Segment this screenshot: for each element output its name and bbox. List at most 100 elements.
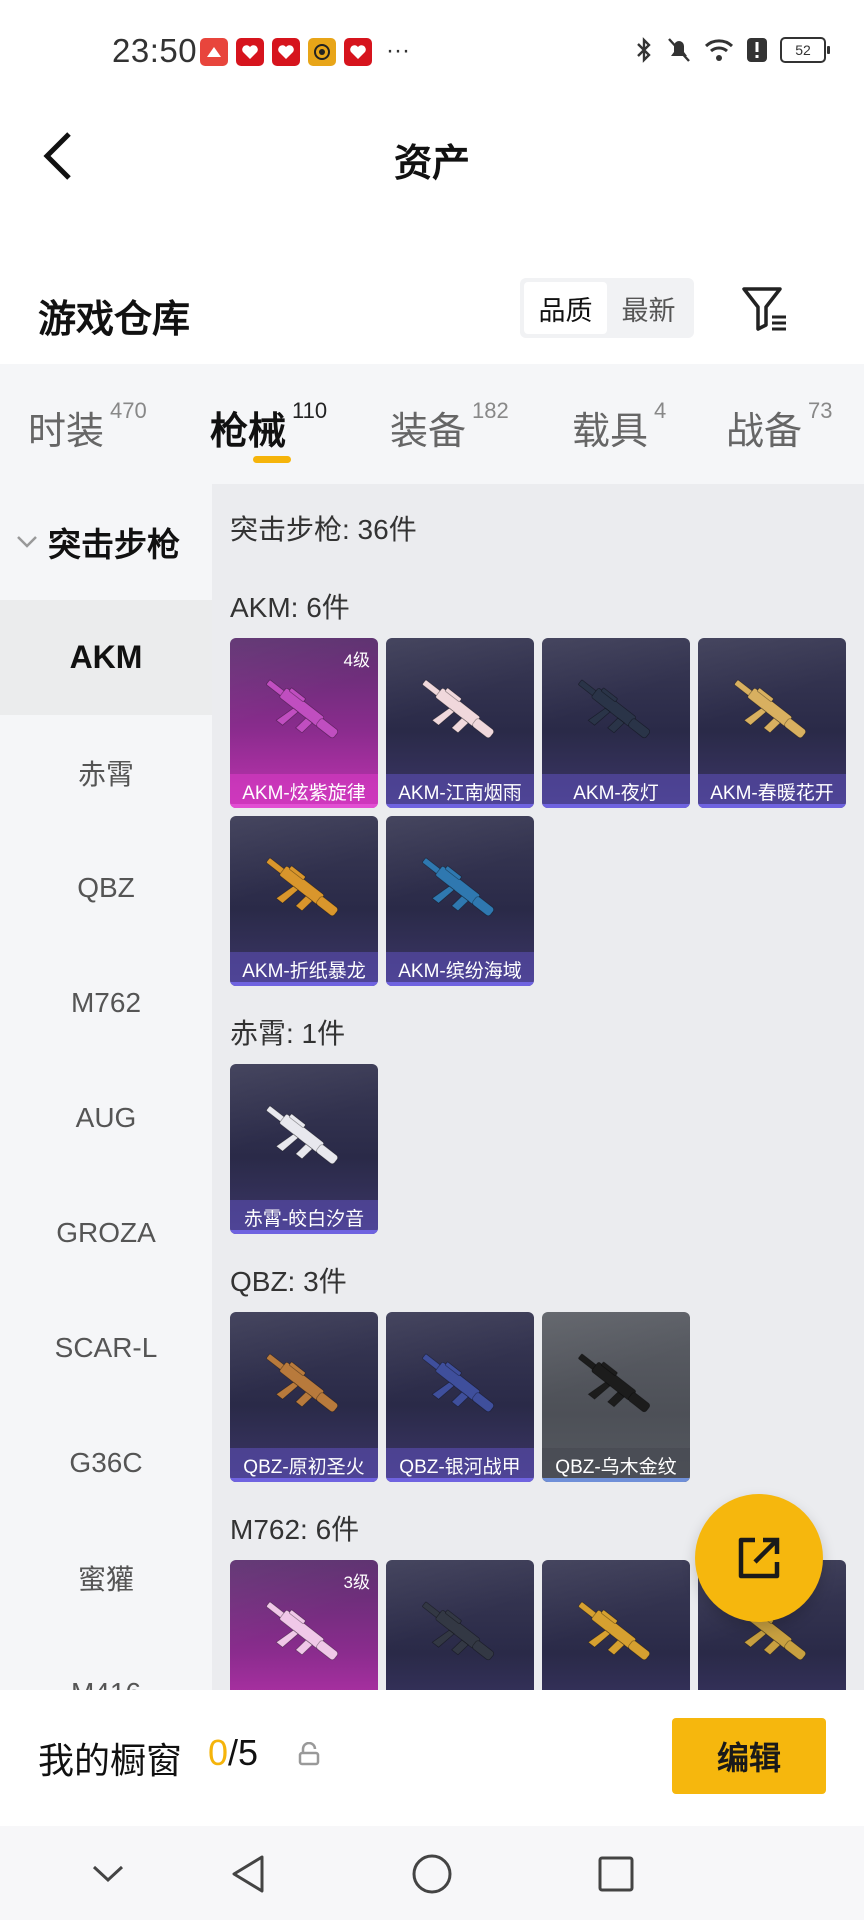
sidebar-item-akm[interactable]: AKM bbox=[0, 600, 212, 715]
section-title: M762: 6件 bbox=[230, 1514, 360, 1545]
showcase-total: /5 bbox=[228, 1732, 259, 1773]
sidebar-item-scar-l[interactable]: SCAR-L bbox=[0, 1290, 212, 1405]
weapon-card[interactable]: AKM-缤纷海域 bbox=[386, 816, 534, 986]
weapon-name: AKM-江南烟雨 bbox=[386, 774, 534, 808]
nav-home-button[interactable] bbox=[408, 1850, 456, 1898]
wifi-icon bbox=[704, 39, 734, 61]
rifle-icon bbox=[422, 857, 495, 917]
red-heart-app-icon bbox=[344, 38, 372, 66]
more-notifications-icon: ··· bbox=[386, 37, 410, 64]
bluetooth-icon bbox=[637, 37, 651, 63]
battery-icon: 52 bbox=[780, 37, 830, 63]
showcase-bar: 我的橱窗 0/5 编辑 bbox=[0, 1690, 864, 1826]
filter-button[interactable] bbox=[738, 282, 792, 336]
warehouse-bar: 游戏仓库 品质 最新 bbox=[0, 260, 864, 360]
weapon-card[interactable]: AKM-江南烟雨 bbox=[386, 638, 534, 808]
weapon-name: QBZ-原初圣火 bbox=[230, 1448, 378, 1482]
lock-icon bbox=[298, 1742, 320, 1766]
battery-level: 52 bbox=[795, 42, 811, 58]
triangle-back-icon bbox=[232, 1855, 264, 1893]
sort-newest-option[interactable]: 最新 bbox=[607, 282, 690, 334]
tab-combat-gear[interactable]: 战备73 bbox=[726, 398, 833, 455]
weapon-card[interactable]: AKM-春暖花开 bbox=[698, 638, 846, 808]
sidebar-item-m416[interactable]: M416 bbox=[0, 1635, 212, 1691]
rifle-icon bbox=[266, 1353, 339, 1413]
showcase-used: 0 bbox=[208, 1732, 229, 1773]
edit-showcase-button[interactable]: 编辑 bbox=[672, 1718, 826, 1794]
section-title: QBZ: 3件 bbox=[230, 1266, 347, 1297]
huawei-app-icon bbox=[200, 38, 228, 66]
weapon-card[interactable]: 赤霄-皎白汐音 bbox=[230, 1064, 378, 1234]
rifle-icon bbox=[422, 1353, 495, 1413]
tab-firearms[interactable]: 枪械110 bbox=[210, 398, 327, 455]
weapon-name: QBZ-银河战甲 bbox=[386, 1448, 534, 1482]
rifle-icon bbox=[734, 679, 807, 739]
weapon-name: AKM-夜灯 bbox=[542, 774, 690, 808]
weapon-card[interactable] bbox=[542, 1560, 690, 1690]
showcase-label: 我的橱窗 bbox=[38, 1740, 183, 1781]
sidebar-item-qbz[interactable]: QBZ bbox=[0, 830, 212, 945]
weapon-card[interactable]: AKM-折纸暴龙 bbox=[230, 816, 378, 986]
category-tabs: 时装470 枪械110 装备182 载具4 战备73 bbox=[0, 364, 864, 484]
sidebar-item-honey-badger[interactable]: 蜜獾 bbox=[0, 1520, 212, 1635]
weapon-card[interactable]: QBZ-乌木金纹 bbox=[542, 1312, 690, 1482]
tab-vehicles[interactable]: 载具4 bbox=[572, 398, 666, 455]
level-badge: 4级 bbox=[343, 651, 370, 670]
status-time: 23:50 bbox=[112, 32, 198, 69]
tab-label: 枪械 bbox=[210, 411, 287, 453]
rifle-icon bbox=[422, 1601, 495, 1661]
tab-label: 载具 bbox=[572, 411, 649, 453]
target-app-icon bbox=[308, 38, 336, 66]
rifle-icon bbox=[266, 679, 339, 739]
weapon-card[interactable]: 3级 bbox=[230, 1560, 378, 1690]
weapon-type-sidebar: 突击步枪 AKM 赤霄 QBZ M762 AUG GROZA SCAR-L G3… bbox=[0, 484, 212, 1690]
share-export-icon bbox=[738, 1537, 780, 1579]
tab-count: 73 bbox=[808, 398, 833, 423]
red-heart-app-icon bbox=[236, 38, 264, 66]
sidebar-item-chixiao[interactable]: 赤霄 bbox=[0, 715, 212, 830]
sidebar-category-header[interactable]: 突击步枪 bbox=[0, 484, 212, 600]
weapon-name: AKM-炫紫旋律 bbox=[230, 774, 378, 808]
nav-recents-button[interactable] bbox=[592, 1850, 640, 1898]
weapon-card[interactable]: AKM-夜灯 bbox=[542, 638, 690, 808]
weapon-card[interactable]: QBZ-银河战甲 bbox=[386, 1312, 534, 1482]
nav-back-button[interactable] bbox=[224, 1850, 272, 1898]
showcase-count: 0/5 bbox=[208, 1732, 258, 1774]
weapon-name: QBZ-乌木金纹 bbox=[542, 1448, 690, 1482]
app-header: 资产 bbox=[0, 104, 864, 204]
mute-bell-icon bbox=[668, 38, 690, 62]
system-nav-bar bbox=[0, 1826, 864, 1920]
sidebar-item-m762[interactable]: M762 bbox=[0, 945, 212, 1060]
weapon-card[interactable] bbox=[386, 1560, 534, 1690]
sort-toggle: 品质 最新 bbox=[520, 278, 694, 338]
tab-equipment[interactable]: 装备182 bbox=[390, 398, 509, 455]
sort-quality-option[interactable]: 品质 bbox=[524, 282, 607, 334]
sidebar-item-g36c[interactable]: G36C bbox=[0, 1405, 212, 1520]
status-bar: 23:50 ··· 52 bbox=[0, 0, 864, 104]
rifle-icon bbox=[578, 1601, 651, 1661]
weapon-card[interactable]: QBZ-原初圣火 bbox=[230, 1312, 378, 1482]
tab-outfits[interactable]: 时装470 bbox=[28, 398, 147, 455]
rifle-icon bbox=[266, 1601, 339, 1661]
nav-hide-button[interactable] bbox=[84, 1850, 132, 1898]
weapon-card[interactable]: 4级 AKM-炫紫旋律 bbox=[230, 638, 378, 808]
notification-icons: ··· bbox=[200, 38, 410, 66]
weapon-name: AKM-春暖花开 bbox=[698, 774, 846, 808]
share-fab-button[interactable] bbox=[695, 1494, 823, 1622]
rifle-icon bbox=[422, 679, 495, 739]
status-indicators: 52 bbox=[634, 36, 830, 64]
rifle-icon bbox=[266, 1105, 339, 1165]
circle-home-icon bbox=[412, 1854, 452, 1894]
weapon-name: 赤霄-皎白汐音 bbox=[230, 1200, 378, 1234]
rifle-icon bbox=[578, 1353, 651, 1413]
sidebar-item-groza[interactable]: GROZA bbox=[0, 1175, 212, 1290]
rifle-icon bbox=[266, 857, 339, 917]
chevron-down-icon bbox=[17, 536, 37, 548]
alert-icon bbox=[747, 38, 767, 62]
chevron-down-icon bbox=[92, 1865, 124, 1883]
category-total: 突击步枪: 36件 bbox=[230, 514, 417, 545]
tab-count: 470 bbox=[110, 398, 147, 423]
sidebar-category-label: 突击步枪 bbox=[48, 526, 180, 563]
weapon-name: AKM-缤纷海域 bbox=[386, 952, 534, 986]
sidebar-item-aug[interactable]: AUG bbox=[0, 1060, 212, 1175]
